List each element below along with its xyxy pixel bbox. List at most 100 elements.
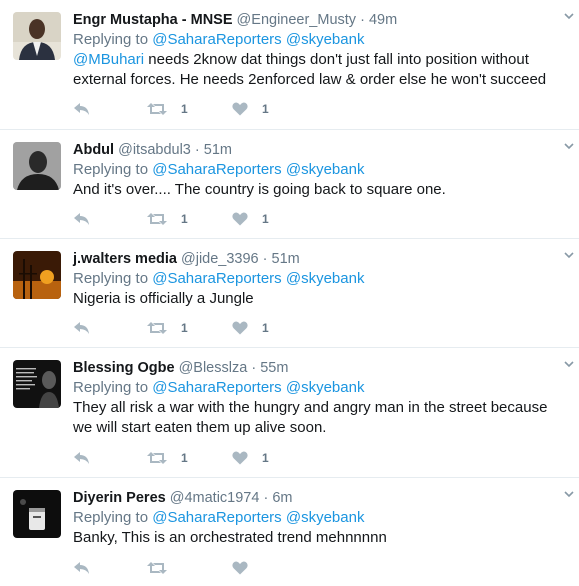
replying-label: Replying to <box>73 270 149 287</box>
mention-link[interactable]: @SaharaReporters <box>152 161 281 178</box>
mention-link[interactable]: @SaharaReporters <box>152 31 281 48</box>
chevron-down-icon[interactable] <box>563 488 575 500</box>
chevron-down-icon[interactable] <box>563 249 575 261</box>
retweet-icon <box>147 103 167 115</box>
mention-link[interactable]: @skyebank <box>286 509 365 526</box>
display-name[interactable]: Diyerin Peres <box>73 490 166 506</box>
chevron-down-icon[interactable] <box>563 10 575 22</box>
like-count: 1 <box>262 212 269 226</box>
separator-dot: · <box>251 360 257 376</box>
tweet-feed: Engr Mustapha - MNSE @Engineer_Musty · 4… <box>0 0 579 586</box>
mention-link[interactable]: @skyebank <box>286 31 365 48</box>
tweet-item[interactable]: Blessing Ogbe @Blesslza · 55m Replying t… <box>0 348 579 478</box>
heart-icon <box>232 102 248 116</box>
user-handle[interactable]: @Blesslza <box>179 360 248 376</box>
tweet-body: needs 2know dat things don't just fall i… <box>73 51 547 88</box>
tweet-text: They all risk a war with the hungry and … <box>73 399 548 436</box>
tweet-actions: 1 1 <box>73 99 292 119</box>
tweet-text: Banky, This is an orchestrated trend meh… <box>73 529 387 546</box>
mention-link[interactable]: @SaharaReporters <box>152 270 281 287</box>
replying-to: Replying to @SaharaReporters @skyebank <box>73 378 561 398</box>
mention-link[interactable]: @MBuhari <box>73 51 144 68</box>
user-handle[interactable]: @jide_3396 <box>181 251 259 267</box>
tweet-header: Abdul @itsabdul3 · 51m <box>73 140 561 160</box>
display-name[interactable]: Engr Mustapha - MNSE <box>73 12 233 28</box>
separator-dot: · <box>194 142 200 158</box>
replying-label: Replying to <box>73 31 149 48</box>
replying-label: Replying to <box>73 379 149 396</box>
tweet-item[interactable]: j.walters media @jide_3396 · 51m Replyin… <box>0 239 579 348</box>
reply-button[interactable] <box>73 318 147 338</box>
timestamp[interactable]: 51m <box>204 142 232 158</box>
avatar[interactable] <box>13 360 61 408</box>
user-handle[interactable]: @4matic1974 <box>170 490 260 506</box>
retweet-icon <box>147 322 167 334</box>
tweet-header: Engr Mustapha - MNSE @Engineer_Musty · 4… <box>73 10 561 30</box>
retweet-icon <box>147 562 167 574</box>
retweet-count: 1 <box>181 451 188 465</box>
heart-icon <box>232 321 248 335</box>
retweet-count: 1 <box>181 212 188 226</box>
tweet-item[interactable]: Diyerin Peres @4matic1974 · 6m Replying … <box>0 478 579 586</box>
separator-dot: · <box>263 490 269 506</box>
retweet-button[interactable]: 1 <box>147 99 232 119</box>
avatar[interactable] <box>13 142 61 190</box>
chevron-down-icon[interactable] <box>563 140 575 152</box>
reply-button[interactable] <box>73 99 147 119</box>
retweet-icon <box>147 213 167 225</box>
retweet-count: 1 <box>181 321 188 335</box>
heart-icon <box>232 451 248 465</box>
mention-link[interactable]: @skyebank <box>286 161 365 178</box>
timestamp[interactable]: 6m <box>272 490 292 506</box>
tweet-actions: 1 1 <box>73 448 292 468</box>
like-count: 1 <box>262 451 269 465</box>
timestamp[interactable]: 49m <box>369 12 397 28</box>
separator-dot: · <box>262 251 268 267</box>
avatar[interactable] <box>13 12 61 60</box>
retweet-button[interactable]: 1 <box>147 318 232 338</box>
display-name[interactable]: Blessing Ogbe <box>73 360 175 376</box>
reply-icon <box>74 562 89 574</box>
timestamp[interactable]: 55m <box>260 360 288 376</box>
like-button[interactable]: 1 <box>232 448 292 468</box>
avatar[interactable] <box>13 490 61 538</box>
user-handle[interactable]: @Engineer_Musty <box>237 12 357 28</box>
tweet-item[interactable]: Abdul @itsabdul3 · 51m Replying to @Saha… <box>0 130 579 239</box>
retweet-icon <box>147 452 167 464</box>
reply-icon <box>74 452 89 464</box>
replying-to: Replying to @SaharaReporters @skyebank <box>73 160 561 180</box>
display-name[interactable]: j.walters media <box>73 251 177 267</box>
separator-dot: · <box>360 12 365 28</box>
timestamp[interactable]: 51m <box>272 251 300 267</box>
chevron-down-icon[interactable] <box>563 358 575 370</box>
tweet-text: And it's over.... The country is going b… <box>73 181 446 198</box>
like-button[interactable]: 1 <box>232 209 292 229</box>
tweet-item[interactable]: Engr Mustapha - MNSE @Engineer_Musty · 4… <box>0 0 579 130</box>
replying-label: Replying to <box>73 161 149 178</box>
tweet-header: Blessing Ogbe @Blesslza · 55m <box>73 358 561 378</box>
retweet-button[interactable]: 1 <box>147 448 232 468</box>
mention-link[interactable]: @SaharaReporters <box>152 379 281 396</box>
mention-link[interactable]: @skyebank <box>286 379 365 396</box>
replying-to: Replying to @SaharaReporters @skyebank <box>73 508 561 528</box>
tweet-text: Nigeria is officially a Jungle <box>73 290 254 307</box>
like-button[interactable]: 1 <box>232 318 292 338</box>
reply-button[interactable] <box>73 448 147 468</box>
user-handle[interactable]: @itsabdul3 <box>118 142 191 158</box>
mention-link[interactable]: @skyebank <box>286 270 365 287</box>
like-count: 1 <box>262 102 269 116</box>
display-name[interactable]: Abdul <box>73 142 114 158</box>
retweet-button[interactable] <box>147 558 232 578</box>
tweet-actions: 1 1 <box>73 318 292 338</box>
like-button[interactable]: 1 <box>232 99 292 119</box>
reply-icon <box>74 322 89 334</box>
retweet-count: 1 <box>181 102 188 116</box>
retweet-button[interactable]: 1 <box>147 209 232 229</box>
like-button[interactable] <box>232 558 292 578</box>
reply-button[interactable] <box>73 558 147 578</box>
heart-icon <box>232 212 248 226</box>
mention-link[interactable]: @SaharaReporters <box>152 509 281 526</box>
avatar[interactable] <box>13 251 61 299</box>
reply-button[interactable] <box>73 209 147 229</box>
heart-icon <box>232 561 248 575</box>
